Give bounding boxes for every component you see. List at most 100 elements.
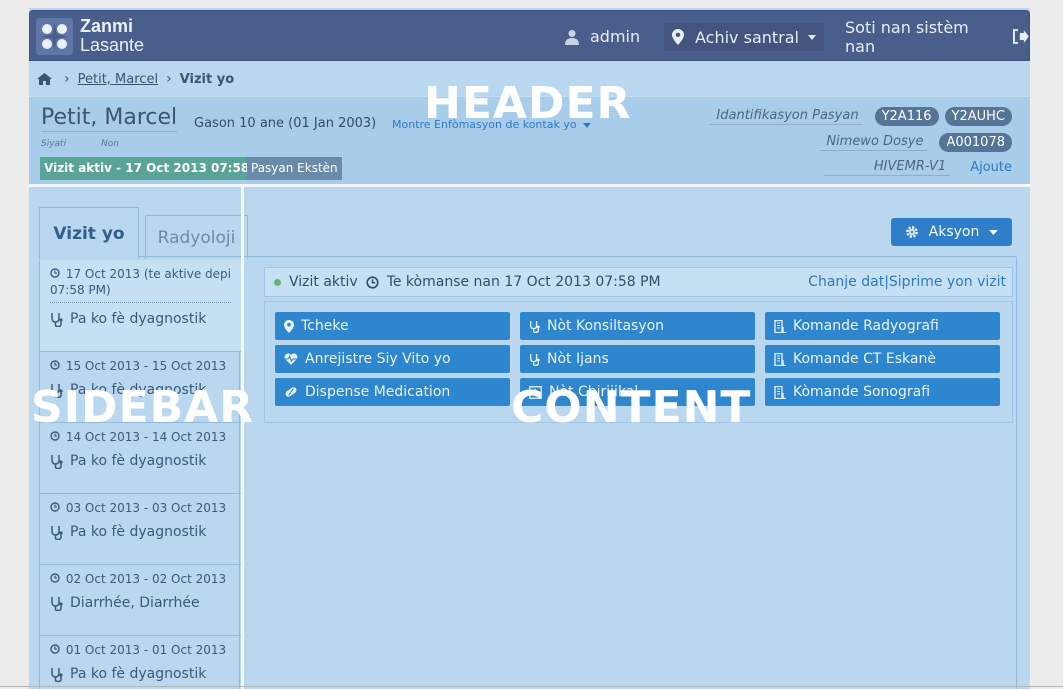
dossier-row: Nimewo Dosye A001078 bbox=[820, 131, 1012, 153]
visit-diagnosis-text: Pa ko fè dyagnostik bbox=[70, 311, 207, 327]
clock-icon bbox=[366, 275, 379, 289]
visit-diagnosis-text: Diarrhée, Diarrhée bbox=[70, 595, 200, 611]
consult-note-button[interactable]: Nòt Konsiltasyon bbox=[520, 312, 755, 340]
patient-id-row: Idantifikasyon Pasyan Y2A116 Y2AUHC bbox=[710, 105, 1012, 127]
heartbeat-icon bbox=[284, 353, 298, 365]
stethoscope-icon bbox=[51, 596, 63, 611]
clock-icon bbox=[50, 644, 60, 654]
overlay-label-content: CONTENT bbox=[511, 382, 752, 433]
order-ultrasound-button[interactable]: Kòmande Sonografi bbox=[765, 378, 1000, 406]
visit-list-item[interactable]: 02 Oct 2013 - 02 Oct 2013 Diarrhée, Diar… bbox=[40, 565, 241, 636]
tab-radiology[interactable]: Radyoloji bbox=[145, 215, 248, 259]
order-xray-button[interactable]: Komande Radyografi bbox=[765, 312, 1000, 340]
clock-icon bbox=[50, 502, 60, 512]
clock-icon bbox=[50, 360, 60, 370]
order-ct-scan-label: Komande CT Eskanè bbox=[793, 351, 936, 367]
visit-date-text: 01 Oct 2013 - 01 Oct 2013 bbox=[65, 643, 227, 657]
logo-line-2: Lasante bbox=[80, 35, 145, 55]
overlay-label-sidebar: SIDEBAR bbox=[31, 382, 255, 433]
zanmi-lasante-logo[interactable] bbox=[36, 18, 73, 55]
breadcrumb-patient-link[interactable]: Petit, Marcel bbox=[78, 72, 158, 87]
visit-diagnosis-text: Pa ko fè dyagnostik bbox=[70, 524, 207, 540]
window-bottom-border bbox=[0, 686, 1063, 687]
user-menu[interactable]: admin bbox=[564, 11, 640, 62]
breadcrumb-separator: › bbox=[166, 71, 172, 87]
tab-bar: Vizit yo Radyoloji bbox=[39, 207, 1017, 259]
patient-id-label: Idantifikasyon Pasyan bbox=[710, 108, 863, 125]
change-date-link[interactable]: Chanje dat bbox=[808, 274, 884, 290]
visit-list-item[interactable]: 01 Oct 2013 - 01 Oct 2013 Pa ko fè dyagn… bbox=[40, 636, 241, 689]
hivemr-row: HIVEMR-V1 Ajoute bbox=[823, 156, 1012, 178]
given-name-label: Non bbox=[101, 139, 119, 149]
visit-date-text: 17 Oct 2013 (te aktive depi 07:58 PM) bbox=[50, 267, 232, 297]
stethoscope-icon bbox=[51, 312, 63, 327]
external-patient-badge: Pasyan Ekstèn bbox=[247, 157, 342, 180]
visit-date: 17 Oct 2013 (te aktive depi 07:58 PM) bbox=[50, 266, 231, 303]
checkin-label: Tcheke bbox=[301, 318, 349, 334]
order-xray-label: Komande Radyografi bbox=[793, 318, 939, 334]
visit-diagnosis: Pa ko fè dyagnostik bbox=[50, 666, 241, 682]
hivemr-label: HIVEMR-V1 bbox=[823, 159, 951, 176]
user-icon bbox=[565, 29, 579, 45]
patient-gender-age: Gason 10 ane (01 Jan 2003) bbox=[194, 116, 377, 131]
clock-icon bbox=[50, 268, 60, 278]
actions-label: Aksyon bbox=[928, 224, 980, 240]
region-divider-vertical bbox=[241, 187, 244, 689]
caret-down-icon bbox=[807, 34, 816, 40]
visit-header-links: Chanje dat|Siprime yon vizit bbox=[808, 274, 1006, 290]
breadcrumb-separator: › bbox=[64, 71, 70, 87]
stethoscope-icon bbox=[51, 525, 63, 540]
dispense-medication-label: Dispense Medication bbox=[305, 384, 451, 400]
radiology-icon bbox=[774, 385, 786, 399]
dispense-medication-button[interactable]: Dispense Medication bbox=[275, 378, 510, 406]
username: admin bbox=[590, 27, 641, 46]
breadcrumb-current: Vizit yo bbox=[179, 71, 235, 87]
home-icon[interactable] bbox=[37, 73, 52, 85]
visit-date: 01 Oct 2013 - 01 Oct 2013 bbox=[50, 642, 241, 658]
map-marker-icon bbox=[284, 319, 294, 333]
emergency-note-label: Nòt Ijans bbox=[547, 351, 609, 367]
stethoscope-icon bbox=[51, 454, 63, 469]
location-selector[interactable]: Achiv santral bbox=[664, 23, 824, 51]
stethoscope-icon bbox=[51, 667, 63, 682]
visit-details-panel: Vizit aktiv Te kòmanse nan 17 Oct 2013 0… bbox=[244, 258, 1017, 689]
overlay-label-header: HEADER bbox=[424, 78, 632, 129]
record-vitals-label: Anrejistre Siy Vito yo bbox=[305, 351, 451, 367]
record-vitals-button[interactable]: Anrejistre Siy Vito yo bbox=[275, 345, 510, 373]
radiology-icon bbox=[774, 319, 786, 333]
patient-name: Petit, Marcel bbox=[41, 105, 178, 132]
app-logo-text: Zanmi Lasante bbox=[80, 17, 144, 55]
visit-date: 02 Oct 2013 - 02 Oct 2013 bbox=[50, 571, 241, 587]
visit-diagnosis: Pa ko fè dyagnostik bbox=[50, 453, 241, 469]
family-name-label: Siyati bbox=[41, 139, 67, 149]
visit-status-bar: Vizit aktiv Te kòmanse nan 17 Oct 2013 0… bbox=[264, 267, 1013, 297]
visit-status-text: Vizit aktiv bbox=[289, 274, 358, 290]
order-ultrasound-label: Kòmande Sonografi bbox=[793, 384, 931, 400]
visit-list-item[interactable]: 03 Oct 2013 - 03 Oct 2013 Pa ko fè dyagn… bbox=[40, 494, 241, 565]
actions-dropdown-button[interactable]: Aksyon bbox=[891, 218, 1012, 246]
checkin-button[interactable]: Tcheke bbox=[275, 312, 510, 340]
delete-visit-link[interactable]: Siprime yon vizit bbox=[889, 274, 1006, 290]
stethoscope-icon bbox=[530, 353, 540, 366]
visit-list-item[interactable]: 17 Oct 2013 (te aktive depi 07:58 PM) Pa… bbox=[40, 260, 241, 352]
emergency-note-button[interactable]: Nòt Ijans bbox=[520, 345, 755, 373]
patient-id-pill: Y2A116 bbox=[874, 106, 939, 126]
tab-visits[interactable]: Vizit yo bbox=[39, 207, 139, 259]
add-identifier-link[interactable]: Ajoute bbox=[970, 160, 1012, 175]
consult-note-label: Nòt Konsiltasyon bbox=[547, 318, 665, 334]
region-divider-horizontal bbox=[29, 184, 1030, 187]
logout-link[interactable]: Soti nan sistèm nan bbox=[845, 11, 1029, 62]
active-visit-badge: Vizit aktiv - 17 Oct 2013 07:58 PM bbox=[40, 157, 279, 180]
map-marker-icon bbox=[672, 29, 684, 45]
visit-diagnosis-text: Pa ko fè dyagnostik bbox=[70, 666, 207, 682]
dossier-label: Nimewo Dosye bbox=[820, 134, 928, 151]
visit-date: 03 Oct 2013 - 03 Oct 2013 bbox=[50, 500, 241, 516]
visit-diagnosis: Pa ko fè dyagnostik bbox=[50, 311, 241, 327]
visit-list-item[interactable]: 14 Oct 2013 - 14 Oct 2013 Pa ko fè dyagn… bbox=[40, 423, 241, 494]
gear-icon bbox=[905, 226, 918, 238]
visit-start-text: Te kòmanse nan 17 Oct 2013 07:58 PM bbox=[386, 274, 661, 290]
order-ct-scan-button[interactable]: Komande CT Eskanè bbox=[765, 345, 1000, 373]
location-label: Achiv santral bbox=[695, 27, 799, 47]
visit-date-text: 15 Oct 2013 - 15 Oct 2013 bbox=[65, 359, 227, 373]
pill-icon bbox=[285, 387, 297, 397]
